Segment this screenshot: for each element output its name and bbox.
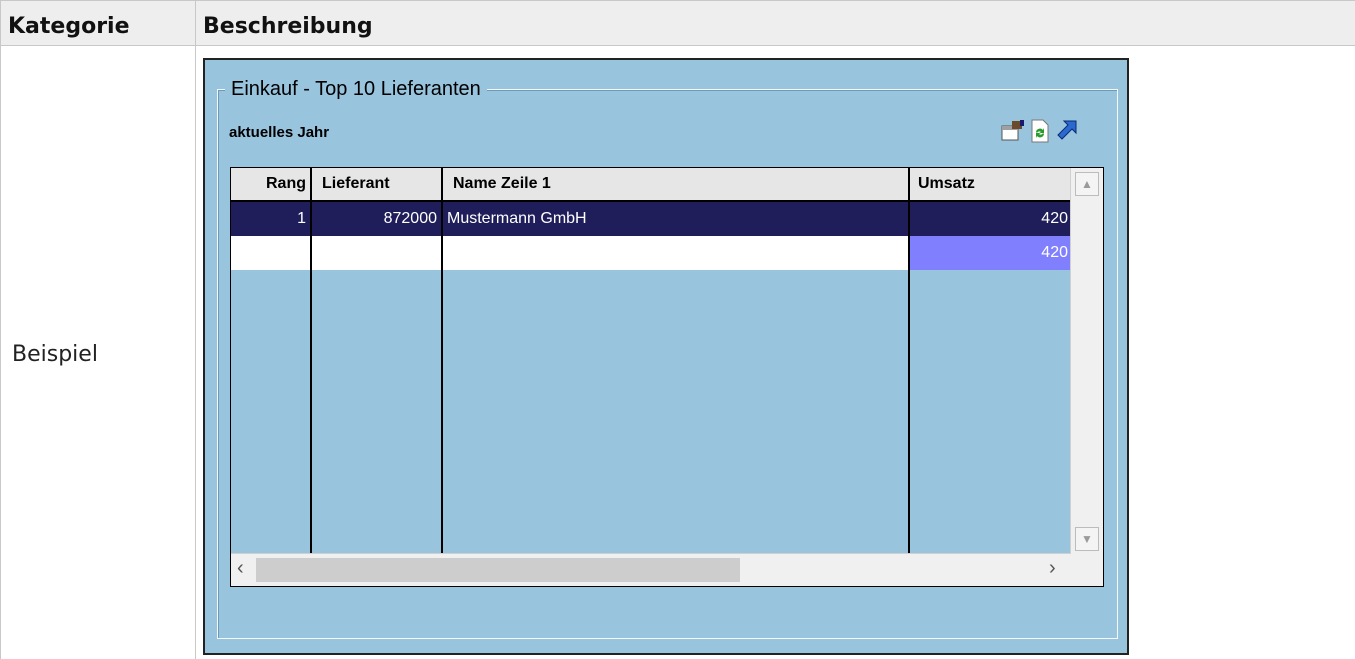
vertical-scrollbar[interactable]: ▲ ▼ [1070, 168, 1103, 586]
cell-rang[interactable]: 1 [231, 202, 310, 236]
cell-lieferant-total [312, 236, 441, 270]
period-subtitle: aktuelles Jahr [229, 124, 330, 141]
group-title: Einkauf - Top 10 Lieferanten [225, 78, 487, 101]
divider [0, 45, 1355, 46]
column-rang: Rang 1 [231, 168, 312, 586]
column-lieferant: Lieferant 872000 [312, 168, 443, 586]
cell-umsatz[interactable]: 420 [910, 202, 1072, 236]
refresh-icon[interactable] [1027, 118, 1053, 144]
header-beschreibung: Beschreibung [203, 14, 373, 39]
horizontal-scroll-thumb[interactable] [256, 558, 740, 582]
column-umsatz: Umsatz 420 420 [910, 168, 1072, 586]
export-arrow-icon[interactable] [1054, 118, 1080, 144]
column-header-rang[interactable]: Rang [231, 168, 310, 202]
cell-name-total [443, 236, 908, 270]
top-suppliers-widget: Einkauf - Top 10 Lieferanten aktuelles J… [203, 58, 1129, 655]
divider [0, 0, 1, 659]
cell-name[interactable]: Mustermann GmbH [443, 202, 908, 236]
cell-umsatz-total: 420 [910, 236, 1072, 270]
header-kategorie: Kategorie [8, 14, 130, 39]
cell-lieferant[interactable]: 872000 [312, 202, 441, 236]
column-name: Name Zeile 1 Mustermann GmbH [443, 168, 910, 586]
column-header-lieferant[interactable]: Lieferant [312, 168, 441, 202]
cell-rang-total [231, 236, 310, 270]
scroll-right-button[interactable]: › [1049, 557, 1056, 580]
row-label-beispiel: Beispiel [12, 342, 98, 367]
scroll-left-button[interactable]: ‹ [237, 557, 244, 580]
divider [0, 0, 1355, 1]
horizontal-scrollbar[interactable]: ‹ › [231, 553, 1071, 586]
settings-icon[interactable] [1000, 118, 1026, 144]
supplier-grid: Rang 1 Lieferant 872000 Name Zeile 1 Mus… [230, 167, 1104, 587]
column-header-name[interactable]: Name Zeile 1 [443, 168, 908, 202]
scroll-up-button[interactable]: ▲ [1075, 172, 1099, 196]
scroll-down-button[interactable]: ▼ [1075, 527, 1099, 551]
divider [195, 0, 196, 659]
column-header-umsatz[interactable]: Umsatz [910, 168, 1072, 202]
